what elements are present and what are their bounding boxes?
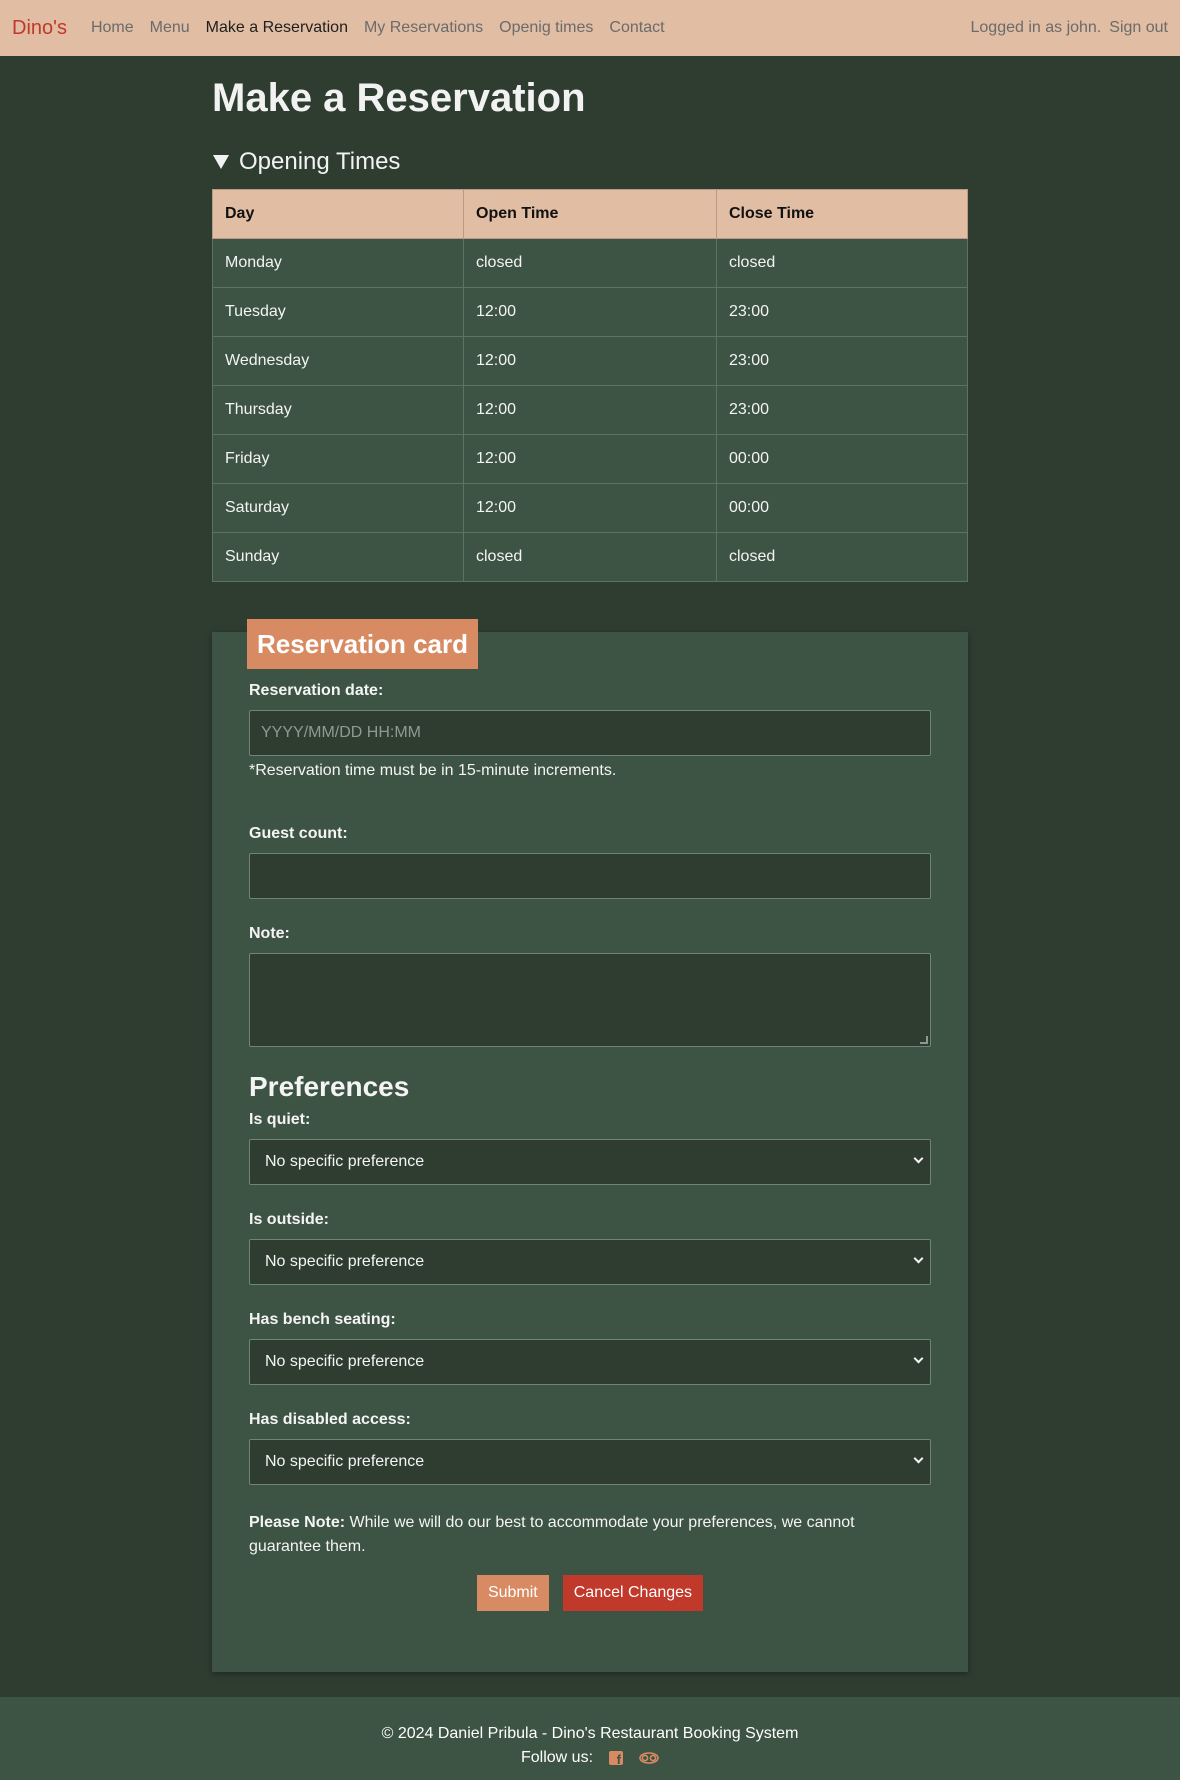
logged-in-text: Logged in as john. [970, 19, 1102, 36]
chevron-down-icon [913, 1153, 924, 1164]
bench-seating-label: Has bench seating: [249, 1311, 396, 1328]
cell-day: Thursday [212, 385, 464, 435]
cell-close: 00:00 [716, 483, 968, 533]
is-outside-label: Is outside: [249, 1211, 330, 1228]
cell-day: Monday [212, 238, 464, 288]
main-content: Make a Reservation Opening Times Day Ope… [212, 56, 968, 582]
table-row: Wednesday 12:00 23:00 [212, 336, 968, 386]
cell-open: 12:00 [463, 385, 717, 435]
table-row: Friday 12:00 00:00 [212, 434, 968, 484]
nav-links: Home Menu Make a Reservation My Reservat… [91, 19, 665, 37]
note-label: Note: [249, 925, 290, 942]
reservation-card: Reservation card Reservation date: YYYY/… [212, 619, 968, 1672]
table-row: Sunday closed closed [212, 532, 968, 582]
is-outside-select[interactable]: No specific preference [249, 1239, 931, 1285]
navbar: Dino's Home Menu Make a Reservation My R… [0, 0, 1180, 56]
nav-link-menu[interactable]: Menu [150, 19, 190, 37]
cell-open: 12:00 [463, 287, 717, 337]
note-textarea[interactable] [249, 953, 931, 1047]
cell-close: closed [716, 238, 968, 288]
cell-open: 12:00 [463, 434, 717, 484]
nav-link-home[interactable]: Home [91, 19, 134, 37]
is-quiet-select[interactable]: No specific preference [249, 1139, 931, 1185]
note-bold: Please Note: [249, 1514, 346, 1531]
cell-day: Friday [212, 434, 464, 484]
reservation-form: Reservation date: YYYY/MM/DD HH:MM *Rese… [249, 682, 931, 1611]
cell-close: 23:00 [716, 385, 968, 435]
footer: © 2024 Daniel Pribula - Dino's Restauran… [0, 1697, 1180, 1780]
follow-us-label: Follow us: [520, 1749, 594, 1766]
cell-day: Wednesday [212, 336, 464, 386]
facebook-icon[interactable] [609, 1751, 624, 1767]
cell-open: 12:00 [463, 336, 717, 386]
cell-close: 23:00 [716, 287, 968, 337]
header-day: Day [212, 189, 464, 239]
chevron-down-icon [913, 1353, 924, 1364]
header-open-time: Open Time [463, 189, 717, 239]
opening-times-toggle[interactable]: Opening Times [212, 148, 968, 176]
nav-user-area: Logged in as john. Sign out [971, 19, 1169, 37]
nav-link-my-reservations[interactable]: My Reservations [364, 19, 483, 37]
nav-link-contact[interactable]: Contact [609, 19, 664, 37]
guest-count-input[interactable] [249, 853, 931, 899]
form-buttons: Submit Cancel Changes [249, 1575, 931, 1611]
bench-seating-value: No specific preference [265, 1353, 425, 1370]
opening-times-summary: Opening Times [239, 148, 401, 175]
opening-times-table: Day Open Time Close Time Monday closed c… [212, 189, 968, 582]
date-placeholder: YYYY/MM/DD HH:MM [261, 724, 421, 741]
disclosure-triangle-icon [213, 155, 229, 169]
bench-seating-select[interactable]: No specific preference [249, 1339, 931, 1385]
footer-copyright: © 2024 Daniel Pribula - Dino's Restauran… [381, 1725, 799, 1742]
cell-day: Tuesday [212, 287, 464, 337]
table-header-row: Day Open Time Close Time [212, 189, 968, 239]
date-label: Reservation date: [249, 682, 384, 699]
table-row: Monday closed closed [212, 238, 968, 288]
header-close-time: Close Time [716, 189, 968, 239]
is-outside-value: No specific preference [265, 1253, 425, 1270]
tripadvisor-icon[interactable] [639, 1751, 659, 1765]
table-row: Tuesday 12:00 23:00 [212, 287, 968, 337]
table-row: Saturday 12:00 00:00 [212, 483, 968, 533]
table-row: Thursday 12:00 23:00 [212, 385, 968, 435]
disabled-access-value: No specific preference [265, 1453, 425, 1470]
preferences-title: Preferences [249, 1071, 410, 1102]
is-quiet-value: No specific preference [265, 1153, 425, 1170]
is-quiet-label: Is quiet: [249, 1111, 311, 1128]
nav-link-make-reservation[interactable]: Make a Reservation [206, 19, 348, 37]
cell-close: 23:00 [716, 336, 968, 386]
cell-open: closed [463, 532, 717, 582]
cell-close: closed [716, 532, 968, 582]
reservation-date-input[interactable]: YYYY/MM/DD HH:MM [249, 710, 931, 756]
cancel-changes-button[interactable]: Cancel Changes [562, 1575, 704, 1611]
resize-grip-icon[interactable] [920, 1036, 928, 1044]
cell-day: Sunday [212, 532, 464, 582]
follow-us-row: Follow us: [0, 1749, 1180, 1767]
disabled-access-select[interactable]: No specific preference [249, 1439, 931, 1485]
sign-out-link[interactable]: Sign out [1109, 19, 1168, 37]
date-help-text: *Reservation time must be in 15-minute i… [249, 762, 617, 779]
cell-open: closed [463, 238, 717, 288]
brand-link[interactable]: Dino's [12, 17, 67, 40]
card-legend: Reservation card [247, 619, 478, 669]
disabled-access-label: Has disabled access: [249, 1411, 411, 1428]
submit-button[interactable]: Submit [476, 1575, 549, 1611]
page-title: Make a Reservation [212, 76, 586, 120]
cell-open: 12:00 [463, 483, 717, 533]
chevron-down-icon [913, 1253, 924, 1264]
nav-link-opening-times[interactable]: Openig times [499, 19, 593, 37]
cell-close: 00:00 [716, 434, 968, 484]
guest-count-label: Guest count: [249, 825, 348, 842]
cell-day: Saturday [212, 483, 464, 533]
preferences-note: Please Note: While we will do our best t… [249, 1511, 931, 1559]
chevron-down-icon [913, 1453, 924, 1464]
